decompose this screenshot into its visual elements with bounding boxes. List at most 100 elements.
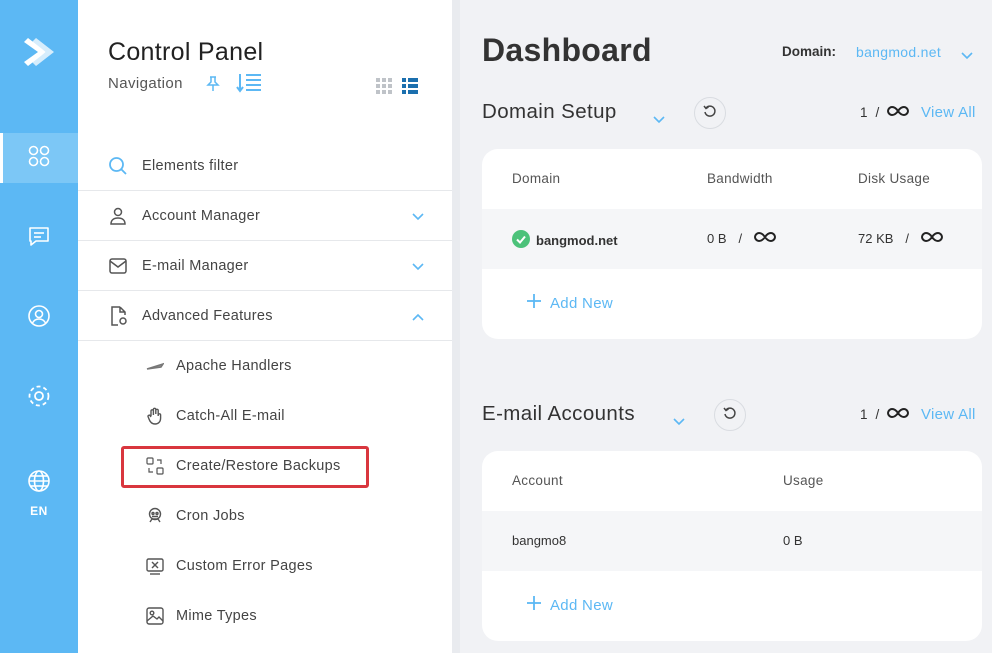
list-tree-icon[interactable]: [236, 72, 262, 99]
logo-icon[interactable]: [20, 34, 56, 70]
submenu-mime-types[interactable]: Mime Types: [78, 591, 452, 641]
infinity-icon: [921, 231, 944, 246]
domain-add-new-button[interactable]: Add New: [526, 293, 613, 313]
menu-label: Advanced Features: [142, 307, 273, 324]
chevron-down-icon[interactable]: [653, 111, 665, 129]
domain-cell: bangmod.net: [512, 230, 618, 251]
chevron-down-icon[interactable]: [961, 47, 973, 65]
panel-title: Control Panel: [108, 38, 264, 66]
menu-email-manager[interactable]: E-mail Manager: [78, 241, 452, 291]
domain-setup-card: Domain Bandwidth Disk Usage bangmod.net …: [482, 149, 982, 339]
gear-icon: [27, 384, 51, 413]
submenu-label: Custom Error Pages: [176, 558, 313, 574]
email-accounts-view-all-link[interactable]: View All: [921, 406, 976, 423]
column-header: Disk Usage: [858, 171, 931, 186]
email-accounts-card: Account Usage bangmo8 0 B Add New: [482, 451, 982, 641]
table-row[interactable]: bangmod.net 0 B / 72 KB /: [482, 209, 982, 269]
submenu-apache-handlers[interactable]: Apache Handlers: [78, 341, 452, 391]
chevron-down-icon[interactable]: [412, 209, 424, 225]
elements-filter[interactable]: Elements filter: [78, 141, 452, 191]
submenu-catch-all-email[interactable]: Catch-All E-mail: [78, 391, 452, 441]
left-rail: EN: [0, 0, 78, 653]
domain-label: Domain:: [782, 44, 836, 59]
globe-icon: [27, 469, 51, 498]
panel-divider[interactable]: [452, 0, 460, 653]
count-separator: /: [875, 407, 880, 422]
navigation-panel: Control Panel Navigation Elements filter…: [78, 0, 452, 653]
domain-setup-refresh-button[interactable]: [694, 97, 726, 129]
infinity-icon: [887, 105, 910, 120]
rail-settings-button[interactable]: [0, 373, 78, 423]
submenu-label: Mime Types: [176, 608, 257, 624]
menu-account-manager[interactable]: Account Manager: [78, 191, 452, 241]
disk-value: 72 KB: [858, 231, 894, 246]
rail-account-button[interactable]: [0, 293, 78, 343]
count-value: 1: [860, 105, 868, 120]
highlight-annotation: [121, 446, 369, 488]
refresh-icon: [703, 104, 717, 123]
apps-grid-icon: [27, 144, 51, 173]
chevron-up-icon[interactable]: [412, 309, 424, 325]
email-add-new-button[interactable]: Add New: [526, 595, 613, 615]
column-header: Bandwidth: [707, 171, 773, 186]
table-row[interactable]: bangmo8 0 B: [482, 511, 982, 571]
chevron-down-icon[interactable]: [673, 413, 685, 431]
bandwidth-cell: 0 B /: [707, 231, 777, 246]
submenu-cron-jobs[interactable]: Cron Jobs: [78, 491, 452, 541]
check-circle-icon: [512, 230, 530, 251]
column-header: Domain: [512, 171, 561, 186]
pin-icon[interactable]: [206, 76, 220, 97]
email-accounts-counter: 1 /: [860, 407, 910, 422]
language-label: EN: [30, 503, 48, 518]
user-circle-icon: [27, 304, 51, 333]
submenu-label: Cron Jobs: [176, 508, 245, 524]
submenu-label: Apache Handlers: [176, 358, 292, 374]
envelope-icon: [108, 256, 128, 276]
domain-setup-counter: 1 /: [860, 105, 910, 120]
add-new-label: Add New: [550, 294, 613, 312]
list-view-icon[interactable]: [402, 78, 418, 99]
robot-icon: [146, 507, 164, 525]
plus-icon: [526, 595, 542, 615]
domain-setup-view-all-link[interactable]: View All: [921, 104, 976, 121]
bandwidth-separator: /: [738, 231, 743, 246]
usage-cell: 0 B: [783, 533, 803, 548]
user-icon: [108, 206, 128, 226]
feather-icon: [146, 357, 164, 375]
disk-separator: /: [905, 231, 910, 246]
disk-usage-cell: 72 KB /: [858, 231, 944, 246]
bandwidth-value: 0 B: [707, 231, 727, 246]
domain-selector[interactable]: bangmod.net: [856, 44, 941, 60]
submenu-custom-error-pages[interactable]: Custom Error Pages: [78, 541, 452, 591]
error-page-icon: [146, 557, 164, 575]
image-icon: [146, 607, 164, 625]
rail-dashboard-button[interactable]: [0, 133, 78, 183]
menu-advanced-features[interactable]: Advanced Features: [78, 291, 452, 341]
rail-messages-button[interactable]: [0, 213, 78, 263]
grid-view-icon[interactable]: [376, 78, 392, 99]
count-separator: /: [875, 105, 880, 120]
panel-subtitle: Navigation: [108, 75, 183, 92]
domain-setup-title: Domain Setup: [482, 100, 617, 123]
menu-label: E-mail Manager: [142, 257, 249, 274]
account-cell: bangmo8: [512, 533, 567, 548]
plus-icon: [526, 293, 542, 313]
rail-language-button[interactable]: EN: [0, 458, 78, 528]
file-gear-icon: [108, 305, 128, 326]
chat-icon: [27, 224, 51, 253]
refresh-icon: [723, 406, 737, 425]
domain-name: bangmod.net: [536, 233, 618, 248]
infinity-icon: [887, 407, 910, 422]
submenu-label: Catch-All E-mail: [176, 408, 285, 424]
count-value: 1: [860, 407, 868, 422]
email-accounts-title: E-mail Accounts: [482, 402, 635, 425]
page-title: Dashboard: [482, 32, 652, 68]
menu-label: Account Manager: [142, 207, 261, 224]
add-new-label: Add New: [550, 596, 613, 614]
search-icon: [108, 156, 128, 176]
hand-icon: [146, 407, 164, 425]
chevron-down-icon[interactable]: [412, 259, 424, 275]
elements-filter-label: Elements filter: [142, 157, 239, 174]
email-accounts-refresh-button[interactable]: [714, 399, 746, 431]
column-header: Account: [512, 473, 563, 488]
